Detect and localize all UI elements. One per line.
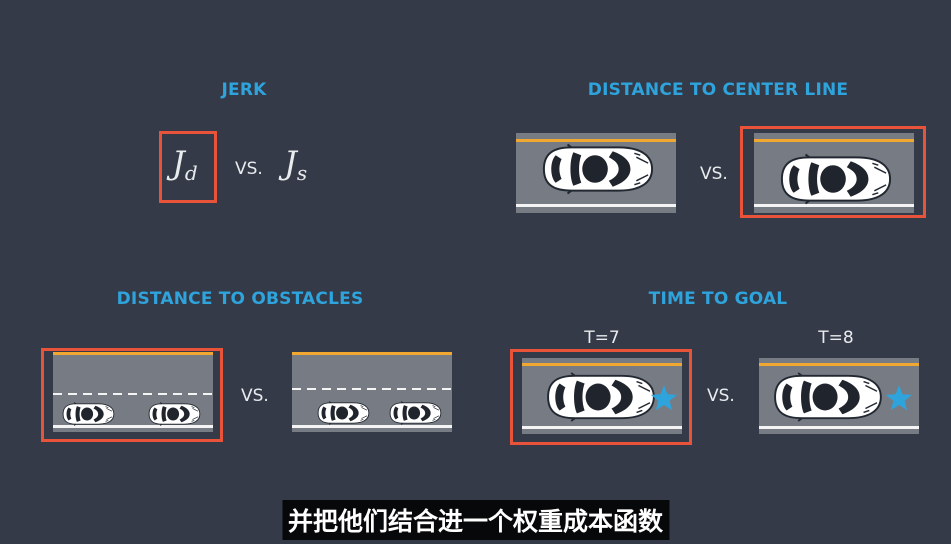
road-center-line: [522, 363, 682, 366]
car-icon: [386, 401, 444, 425]
jerk-right-formula: Js: [284, 144, 307, 185]
center-line-vs: VS.: [700, 164, 728, 184]
star-icon: [885, 384, 913, 412]
road-center-line: [292, 352, 452, 355]
goal-right-road: [759, 358, 919, 434]
video-subtitle: 并把他们结合进一个权重成本函数: [281, 500, 670, 540]
center-line-right-road: [754, 133, 914, 213]
goal-left-road: [522, 358, 682, 434]
goal-title: TIME TO GOAL: [648, 289, 788, 309]
road-edge-line: [522, 426, 682, 429]
jerk-left-symbol: J: [172, 144, 185, 182]
lane-divider: [292, 388, 452, 390]
lane-divider: [53, 393, 213, 395]
center-line-title: DISTANCE TO CENTER LINE: [587, 80, 849, 100]
jerk-left-subscript: d: [184, 161, 198, 185]
jerk-vs: VS.: [235, 159, 263, 179]
obstacles-left-road: [53, 352, 213, 432]
goal-right-time-label: T=8: [818, 328, 854, 348]
road-center-line: [754, 139, 914, 142]
car-icon: [538, 143, 656, 195]
car-icon: [59, 402, 117, 426]
center-line-left-road: [516, 133, 676, 213]
obstacles-right-road: [292, 352, 452, 432]
car-icon: [145, 402, 203, 426]
obstacles-title: DISTANCE TO OBSTACLES: [116, 289, 364, 309]
car-icon: [542, 372, 658, 422]
road-edge-line: [292, 425, 452, 428]
jerk-right-symbol: J: [284, 144, 297, 182]
car-icon: [314, 401, 372, 425]
car-icon: [769, 372, 885, 422]
star-icon: [650, 384, 678, 412]
jerk-right-subscript: s: [296, 161, 308, 185]
road-center-line: [53, 352, 213, 355]
jerk-title: JERK: [221, 80, 267, 100]
road-center-line: [516, 139, 676, 142]
goal-vs: VS.: [707, 386, 735, 406]
obstacles-vs: VS.: [241, 386, 269, 406]
car-icon: [776, 153, 894, 205]
jerk-left-formula: Jd: [172, 144, 198, 185]
goal-left-time-label: T=7: [584, 328, 620, 348]
road-center-line: [759, 363, 919, 366]
road-edge-line: [759, 426, 919, 429]
road-edge-line: [516, 204, 676, 207]
